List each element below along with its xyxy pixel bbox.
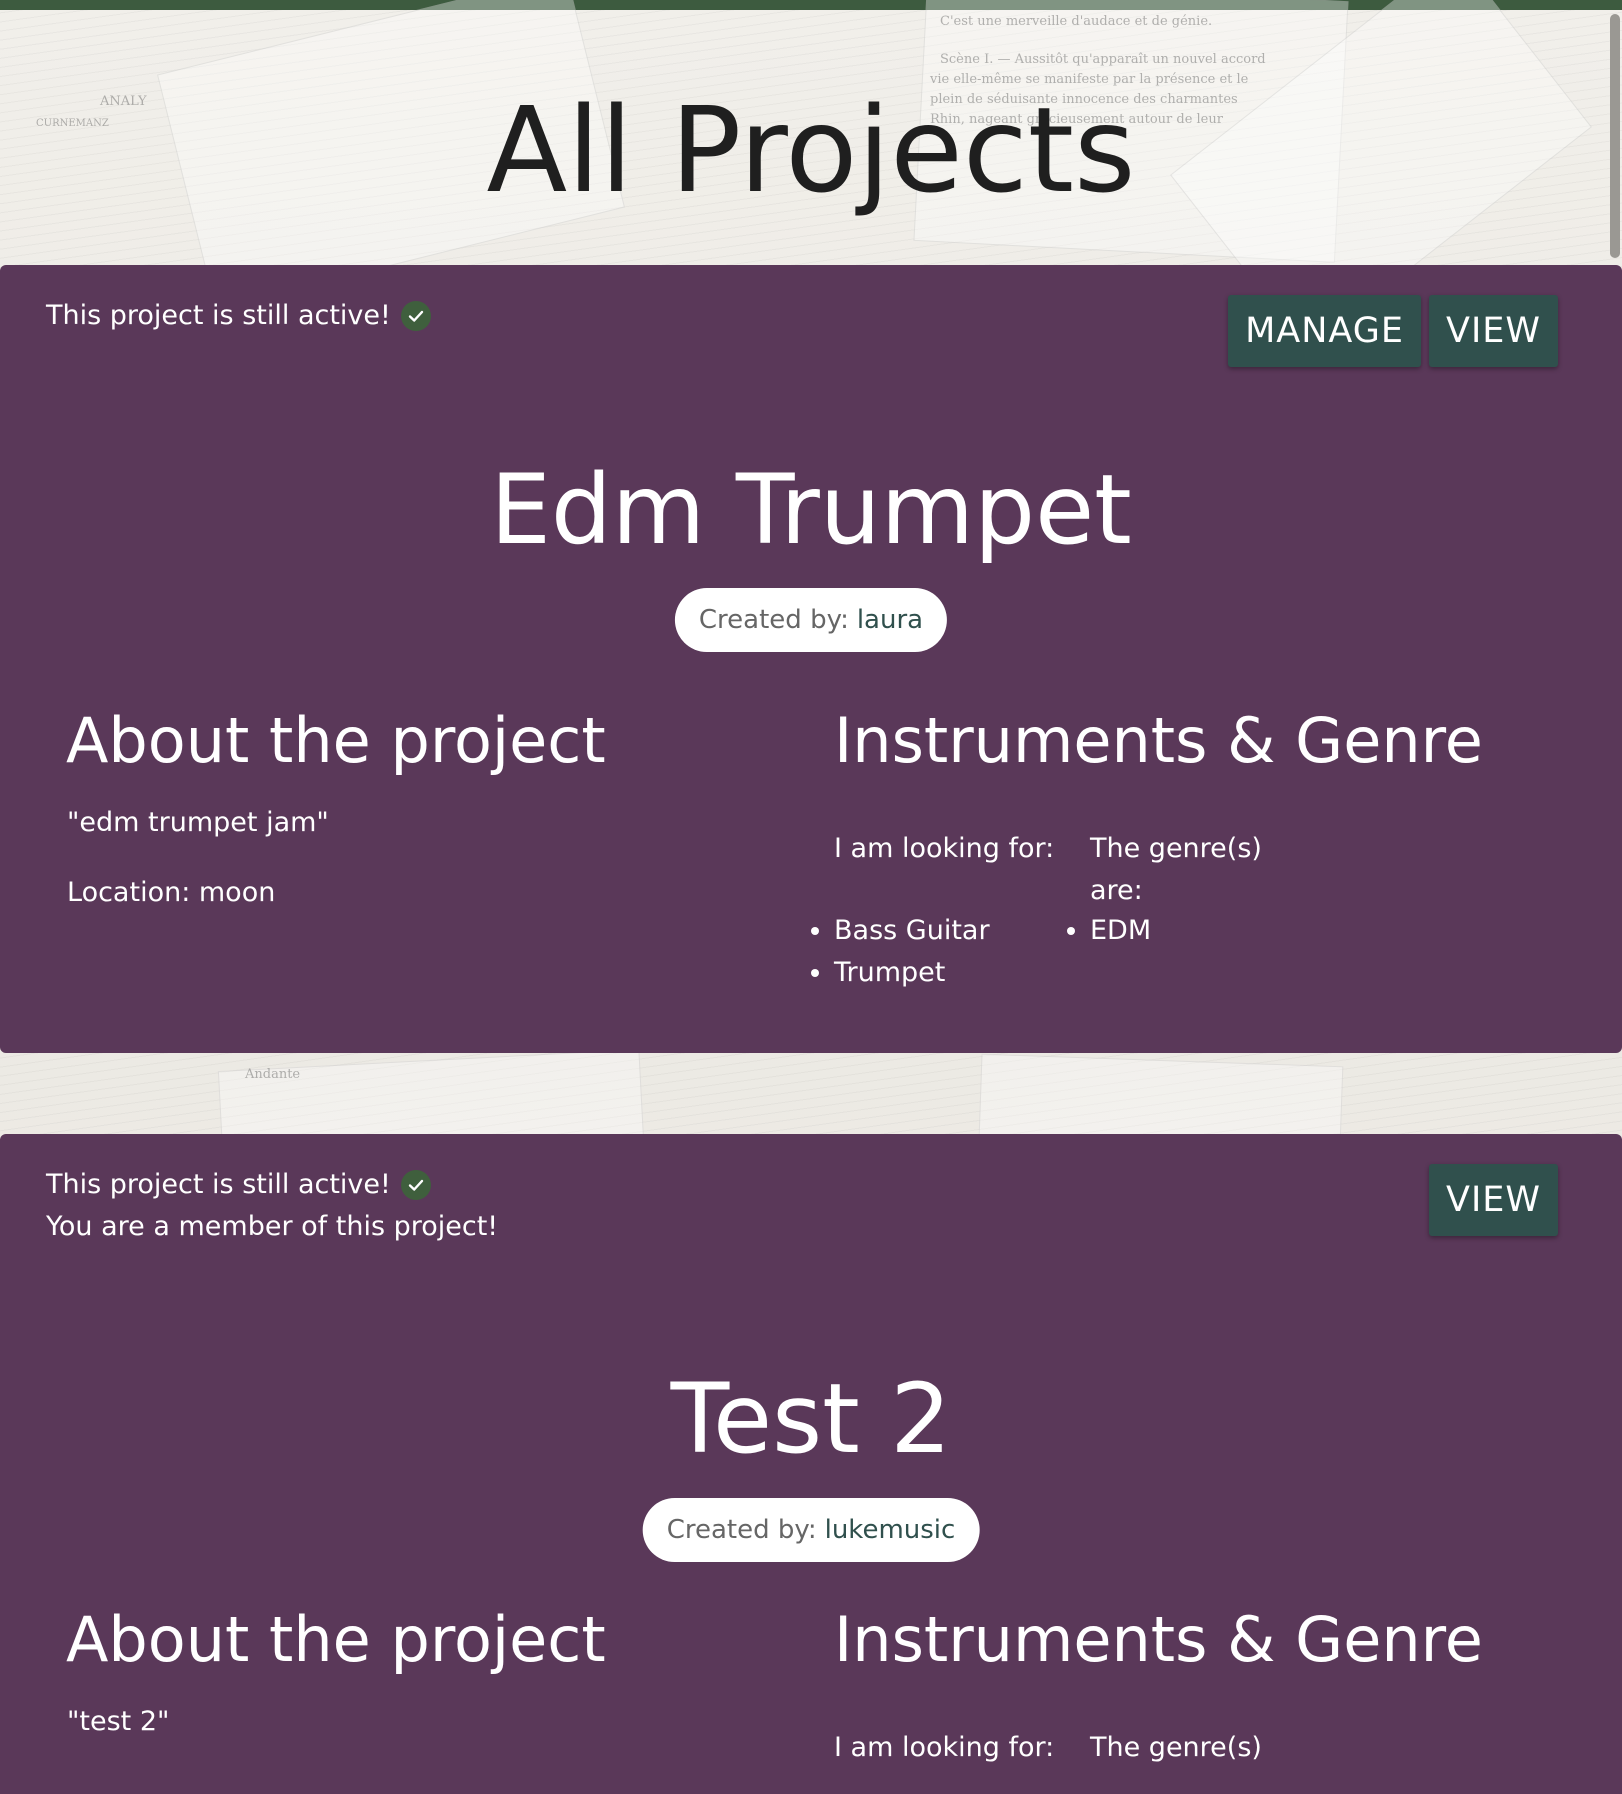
genre-label: The genre(s) are: <box>1090 833 1262 906</box>
project-card: This project is still active! MANAGE VIE… <box>0 265 1622 1053</box>
view-button[interactable]: VIEW <box>1429 295 1558 367</box>
page-title: All Projects <box>486 81 1136 219</box>
instruments-genre-heading: Instruments & Genre <box>834 704 1483 777</box>
looking-for-label: I am looking for: <box>834 833 1055 864</box>
top-accent-strip <box>0 0 1622 10</box>
creator-name-link[interactable]: lukemusic <box>825 1515 956 1545</box>
checkmark-icon <box>400 1170 431 1200</box>
list-item: Trumpet <box>834 952 990 994</box>
creator-badge: Created by: lukemusic <box>642 1498 980 1562</box>
project-status: This project is still active! <box>46 295 431 337</box>
checkmark-icon <box>400 301 431 331</box>
project-title: Test 2 <box>670 1363 952 1475</box>
instrument-list: Bass Guitar Trumpet <box>802 910 990 994</box>
creator-name-link[interactable]: laura <box>857 605 923 635</box>
member-status-text: You are a member of this project! <box>46 1211 499 1242</box>
about-heading: About the project <box>66 704 606 777</box>
project-status: This project is still active! You are a … <box>46 1164 498 1248</box>
project-card: This project is still active! You are a … <box>0 1134 1622 1794</box>
project-description: "edm trumpet jam" <box>67 807 329 838</box>
project-description: "test 2" <box>67 1706 170 1737</box>
list-item: Bass Guitar <box>834 910 990 952</box>
project-title: Edm Trumpet <box>490 454 1132 566</box>
creator-badge: Created by: laura <box>674 588 948 652</box>
genre-list: EDM <box>1058 910 1151 952</box>
about-heading: About the project <box>66 1603 606 1676</box>
list-item: EDM <box>1090 910 1151 952</box>
view-button[interactable]: VIEW <box>1429 1164 1558 1236</box>
creator-label: Created by: <box>698 605 849 635</box>
looking-for-label: I am looking for: <box>834 1732 1055 1763</box>
project-actions: VIEW <box>1429 1164 1558 1236</box>
active-status-text: This project is still active! <box>46 1169 391 1200</box>
genre-label: The genre(s) <box>1090 1732 1262 1763</box>
project-location: Location: moon <box>67 877 276 908</box>
active-status-text: This project is still active! <box>46 300 391 331</box>
manage-button[interactable]: MANAGE <box>1228 295 1421 367</box>
instruments-genre-heading: Instruments & Genre <box>834 1603 1483 1676</box>
creator-label: Created by: <box>666 1515 817 1545</box>
project-actions: MANAGE VIEW <box>1228 295 1558 367</box>
